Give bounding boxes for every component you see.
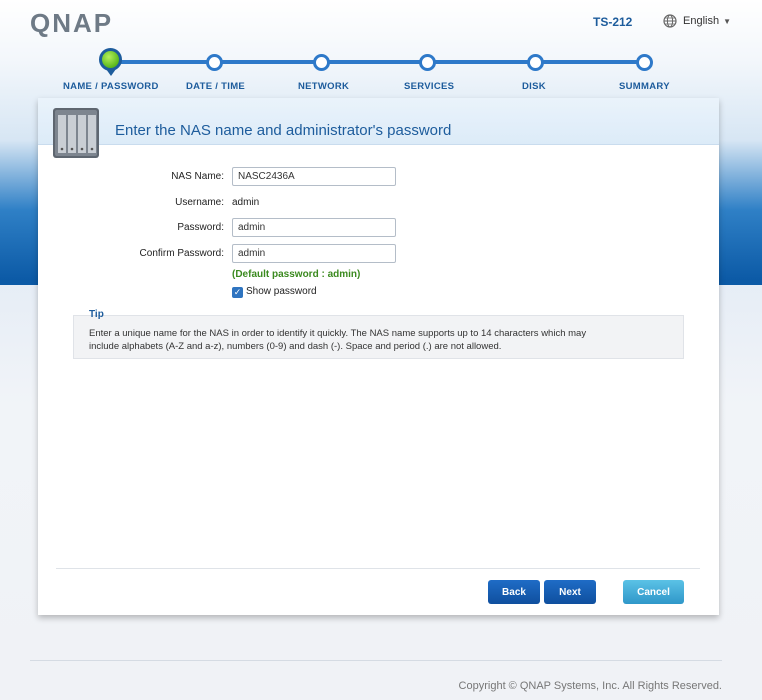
- globe-icon: [663, 14, 677, 28]
- language-selector[interactable]: English ▼: [663, 14, 731, 28]
- step-label-network: NETWORK: [298, 81, 350, 92]
- tip-box: Enter a unique name for the NAS in order…: [73, 315, 684, 359]
- show-password-label[interactable]: Show password: [246, 286, 317, 297]
- device-model: TS-212: [593, 15, 633, 29]
- default-password-hint: (Default password : admin): [232, 269, 361, 280]
- username-value: admin: [232, 197, 260, 208]
- tip-text-line-2: include alphabets (A-Z and a-z), numbers…: [89, 341, 502, 352]
- password-input[interactable]: [232, 218, 396, 237]
- tip-label: Tip: [89, 309, 104, 320]
- nas-name-label: NAS Name:: [171, 171, 224, 182]
- wizard-progress-track: [112, 60, 643, 64]
- qnap-logo: QNAP: [30, 9, 113, 37]
- confirm-password-input[interactable]: [232, 244, 396, 263]
- chevron-down-icon: ▼: [723, 16, 731, 26]
- step-dot-summary: [636, 54, 653, 71]
- password-label: Password:: [177, 222, 224, 233]
- step-dot-date-time: [206, 54, 223, 71]
- next-button[interactable]: Next: [544, 580, 596, 604]
- nas-device-icon: [53, 108, 99, 158]
- back-button[interactable]: Back: [488, 580, 540, 604]
- step-dot-network: [313, 54, 330, 71]
- checkmark-icon: ✓: [233, 287, 242, 297]
- copyright-text: Copyright © QNAP Systems, Inc. All Right…: [458, 680, 722, 692]
- step-dot-disk: [527, 54, 544, 71]
- step-dot-name-password: [99, 48, 122, 71]
- svg-text:QNAP: QNAP: [30, 9, 113, 37]
- language-label: English: [683, 15, 720, 27]
- wizard-panel: Enter the NAS name and administrator's p…: [38, 98, 719, 615]
- nas-name-input[interactable]: [232, 167, 396, 186]
- step-label-date-time: DATE / TIME: [186, 81, 246, 92]
- step-label-summary: SUMMARY: [619, 81, 670, 92]
- page-title: Enter the NAS name and administrator's p…: [115, 122, 452, 139]
- current-step-pin-icon: [106, 69, 116, 76]
- footer-divider: [30, 660, 722, 661]
- cancel-button[interactable]: Cancel: [623, 580, 684, 604]
- step-label-name-password: NAME / PASSWORD: [63, 81, 159, 92]
- username-label: Username:: [175, 197, 224, 208]
- action-divider: [56, 568, 700, 569]
- show-password-checkbox[interactable]: ✓: [232, 287, 243, 298]
- step-label-services: SERVICES: [404, 81, 455, 92]
- tip-text-line-1: Enter a unique name for the NAS in order…: [89, 328, 587, 339]
- step-label-disk: DISK: [522, 81, 546, 92]
- step-dot-services: [419, 54, 436, 71]
- confirm-password-label: Confirm Password:: [139, 248, 224, 259]
